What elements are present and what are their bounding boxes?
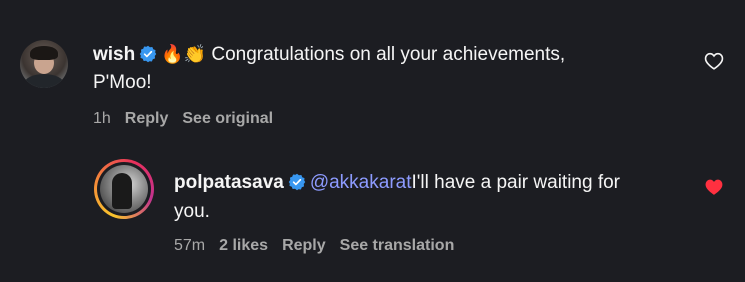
reply-text-line2: you. <box>174 198 210 226</box>
fire-and-clap-emoji: 🔥👏 <box>161 44 207 64</box>
avatar-body <box>24 74 64 88</box>
avatar-polpatasava <box>100 165 148 213</box>
comment-meta-wish: 1h Reply See original <box>93 110 287 128</box>
heart-outline-icon[interactable] <box>704 52 724 70</box>
comment-time: 1h <box>93 110 111 127</box>
username-wish[interactable]: wish <box>93 44 135 65</box>
reply-body-line2: you. <box>174 201 210 222</box>
reply-meta: 57m 2 likes Reply See translation <box>174 237 468 255</box>
username-polpatasava[interactable]: polpatasava <box>174 172 284 193</box>
mention-akkakarat[interactable]: @akkakarat <box>310 172 412 193</box>
avatar-figure <box>112 173 132 209</box>
reply-time: 57m <box>174 237 206 254</box>
comment-body-wish: Congratulations on all your achievements… <box>211 44 566 65</box>
comment-text-line1: wish 🔥👏 Congratulations on all your achie… <box>93 40 565 69</box>
verified-badge-icon <box>139 45 157 63</box>
see-original-button[interactable]: See original <box>182 110 273 127</box>
avatar-wish[interactable] <box>20 40 68 88</box>
avatar-polpatasava-story-ring[interactable] <box>94 159 154 219</box>
heart-filled-icon[interactable] <box>704 178 724 196</box>
reply-button[interactable]: Reply <box>125 110 169 127</box>
comment-body-wish-line2: P'Moo! <box>93 72 152 93</box>
avatar-hair <box>30 46 58 60</box>
verified-badge-icon <box>288 173 306 191</box>
reply-text-line1: polpatasava @akkakaratI'll have a pair wa… <box>174 169 620 197</box>
reply-button[interactable]: Reply <box>282 237 326 254</box>
see-translation-button[interactable]: See translation <box>340 237 455 254</box>
reply-body: I'll have a pair waiting for <box>411 172 621 193</box>
likes-count[interactable]: 2 likes <box>219 237 268 254</box>
comment-text-line2: P'Moo! <box>93 69 152 97</box>
